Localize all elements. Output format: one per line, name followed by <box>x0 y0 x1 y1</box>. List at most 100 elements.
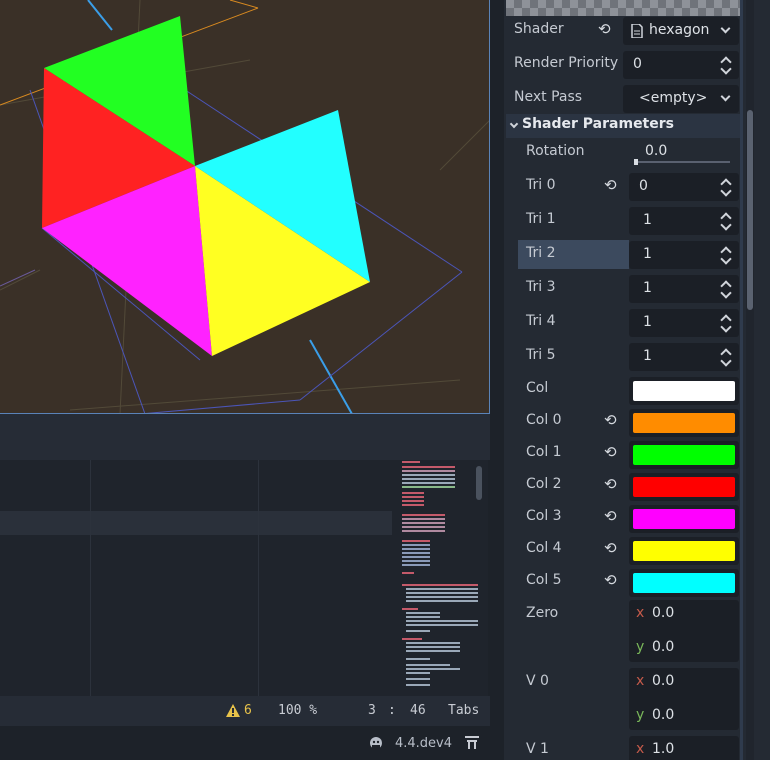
col-5-color-swatch[interactable] <box>633 573 735 593</box>
tri-0-spinbox[interactable]: 0 <box>629 173 739 201</box>
spinner-icon[interactable] <box>721 279 731 299</box>
tri-2-label: Tri 2 <box>526 245 556 261</box>
code-editor[interactable] <box>0 460 488 696</box>
spinner-icon[interactable] <box>721 211 731 231</box>
editor-bottom-bar: 4.4.dev4 <box>0 726 490 760</box>
shader-resource-picker[interactable]: hexagon <box>623 17 739 45</box>
tri-4-label: Tri 4 <box>526 313 556 329</box>
zoom-level[interactable]: 100 % <box>278 703 317 718</box>
tri-1-label: Tri 1 <box>526 211 556 227</box>
guide-line <box>258 460 259 696</box>
col-3-label: Col 3 <box>526 508 562 524</box>
pin-icon[interactable] <box>465 736 479 750</box>
rotation-slider[interactable] <box>636 161 730 163</box>
warning-icon[interactable] <box>226 704 240 717</box>
zero-y-value[interactable]: 0.0 <box>652 639 674 655</box>
tri-0-value: 0 <box>639 178 648 194</box>
tri-5-label: Tri 5 <box>526 347 556 363</box>
tri-4-value: 1 <box>643 314 652 330</box>
tri-2-value: 1 <box>643 246 652 262</box>
tri-5-value: 1 <box>643 348 652 364</box>
col-5-label: Col 5 <box>526 572 562 588</box>
chevron-down-icon[interactable] <box>720 91 731 102</box>
zero-vector-field[interactable]: x 0.0 y 0.0 <box>629 600 739 662</box>
tri-1-value: 1 <box>643 212 652 228</box>
v1-label: V 1 <box>526 741 549 757</box>
render-priority-spinbox[interactable]: 0 <box>623 51 739 79</box>
reset-icon[interactable]: ⟲ <box>598 20 611 38</box>
guide-line <box>90 460 91 696</box>
section-title: Shader Parameters <box>522 116 674 132</box>
shader-parameters-section[interactable]: Shader Parameters <box>506 114 740 138</box>
v1-x-value[interactable]: 1.0 <box>652 741 674 757</box>
col-1-label: Col 1 <box>526 444 562 460</box>
axis-y-label: y <box>636 707 645 723</box>
tri-0-label: Tri 0 <box>526 177 556 193</box>
code-scrollbar[interactable] <box>476 466 482 500</box>
code-minimap[interactable] <box>400 460 480 696</box>
col-3-color-swatch[interactable] <box>633 509 735 529</box>
viewport-scene <box>0 0 489 413</box>
zero-x-value[interactable]: 0.0 <box>652 605 674 621</box>
axis-y-label: y <box>636 639 645 655</box>
tri-5-spinbox[interactable]: 1 <box>629 343 739 371</box>
col-color-swatch[interactable] <box>633 381 735 401</box>
shader-value: hexagon <box>649 22 710 38</box>
reset-icon[interactable]: ⟲ <box>604 571 617 589</box>
godot-icon <box>370 737 382 749</box>
axis-x-label: x <box>636 741 645 757</box>
reset-icon[interactable]: ⟲ <box>604 507 617 525</box>
tri-4-spinbox[interactable]: 1 <box>629 309 739 337</box>
rotation-value[interactable]: 0.0 <box>645 143 667 159</box>
warning-count[interactable]: 6 <box>244 703 252 718</box>
render-priority-value: 0 <box>633 56 642 72</box>
shader-label: Shader <box>514 21 564 37</box>
v0-vector-field[interactable]: x 0.0 y 0.0 <box>629 668 739 730</box>
status-bar: 6 100 % 3 : 46 Tabs <box>0 696 490 726</box>
chevron-down-icon[interactable] <box>720 23 731 34</box>
inspector-scrollbar[interactable] <box>747 110 753 310</box>
spinner-icon[interactable] <box>721 347 731 367</box>
current-line-highlight <box>0 511 392 535</box>
v0-y-value[interactable]: 0.0 <box>652 707 674 723</box>
col-0-color-swatch[interactable] <box>633 413 735 433</box>
col-label: Col <box>526 380 549 396</box>
line-number: 3 <box>368 703 376 718</box>
spinner-icon[interactable] <box>721 177 731 197</box>
material-preview-checker <box>506 0 740 16</box>
v1-vector-field[interactable]: x 1.0 <box>629 736 739 760</box>
col-2-color-swatch[interactable] <box>633 477 735 497</box>
version-label: 4.4.dev4 <box>395 736 453 751</box>
tri-2-spinbox[interactable]: 1 <box>629 241 739 269</box>
spinner-icon[interactable] <box>721 245 731 265</box>
3d-viewport[interactable] <box>0 0 490 414</box>
col-4-color-swatch[interactable] <box>633 541 735 561</box>
render-priority-label: Render Priority <box>514 55 619 71</box>
next-pass-value: <empty> <box>639 90 708 106</box>
spinner-icon[interactable] <box>721 55 731 75</box>
reset-icon[interactable]: ⟲ <box>604 539 617 557</box>
tri-3-spinbox[interactable]: 1 <box>629 275 739 303</box>
editor-toolbar-strip <box>0 414 490 460</box>
reset-icon[interactable]: ⟲ <box>604 475 617 493</box>
reset-icon[interactable]: ⟲ <box>604 176 617 194</box>
indent-mode[interactable]: Tabs <box>448 703 479 718</box>
reset-icon[interactable]: ⟲ <box>604 443 617 461</box>
v0-label: V 0 <box>526 673 549 689</box>
col-2-label: Col 2 <box>526 476 562 492</box>
next-pass-picker[interactable]: <empty> <box>623 85 739 113</box>
rotation-slider-grabber[interactable] <box>634 159 638 165</box>
reset-icon[interactable]: ⟲ <box>604 411 617 429</box>
col-1-color-swatch[interactable] <box>633 445 735 465</box>
tri-1-spinbox[interactable]: 1 <box>629 207 739 235</box>
axis-x-label: x <box>636 605 645 621</box>
spinner-icon[interactable] <box>721 313 731 333</box>
v0-x-value[interactable]: 0.0 <box>652 673 674 689</box>
chevron-down-icon[interactable] <box>509 119 519 129</box>
next-pass-label: Next Pass <box>514 89 583 105</box>
panel-separator[interactable] <box>490 0 504 760</box>
position-separator: : <box>388 703 396 718</box>
zero-label: Zero <box>526 605 559 621</box>
tri-3-value: 1 <box>643 280 652 296</box>
editor-window: 6 100 % 3 : 46 Tabs 4.4.dev4 Shader ⟲ he… <box>0 0 770 760</box>
